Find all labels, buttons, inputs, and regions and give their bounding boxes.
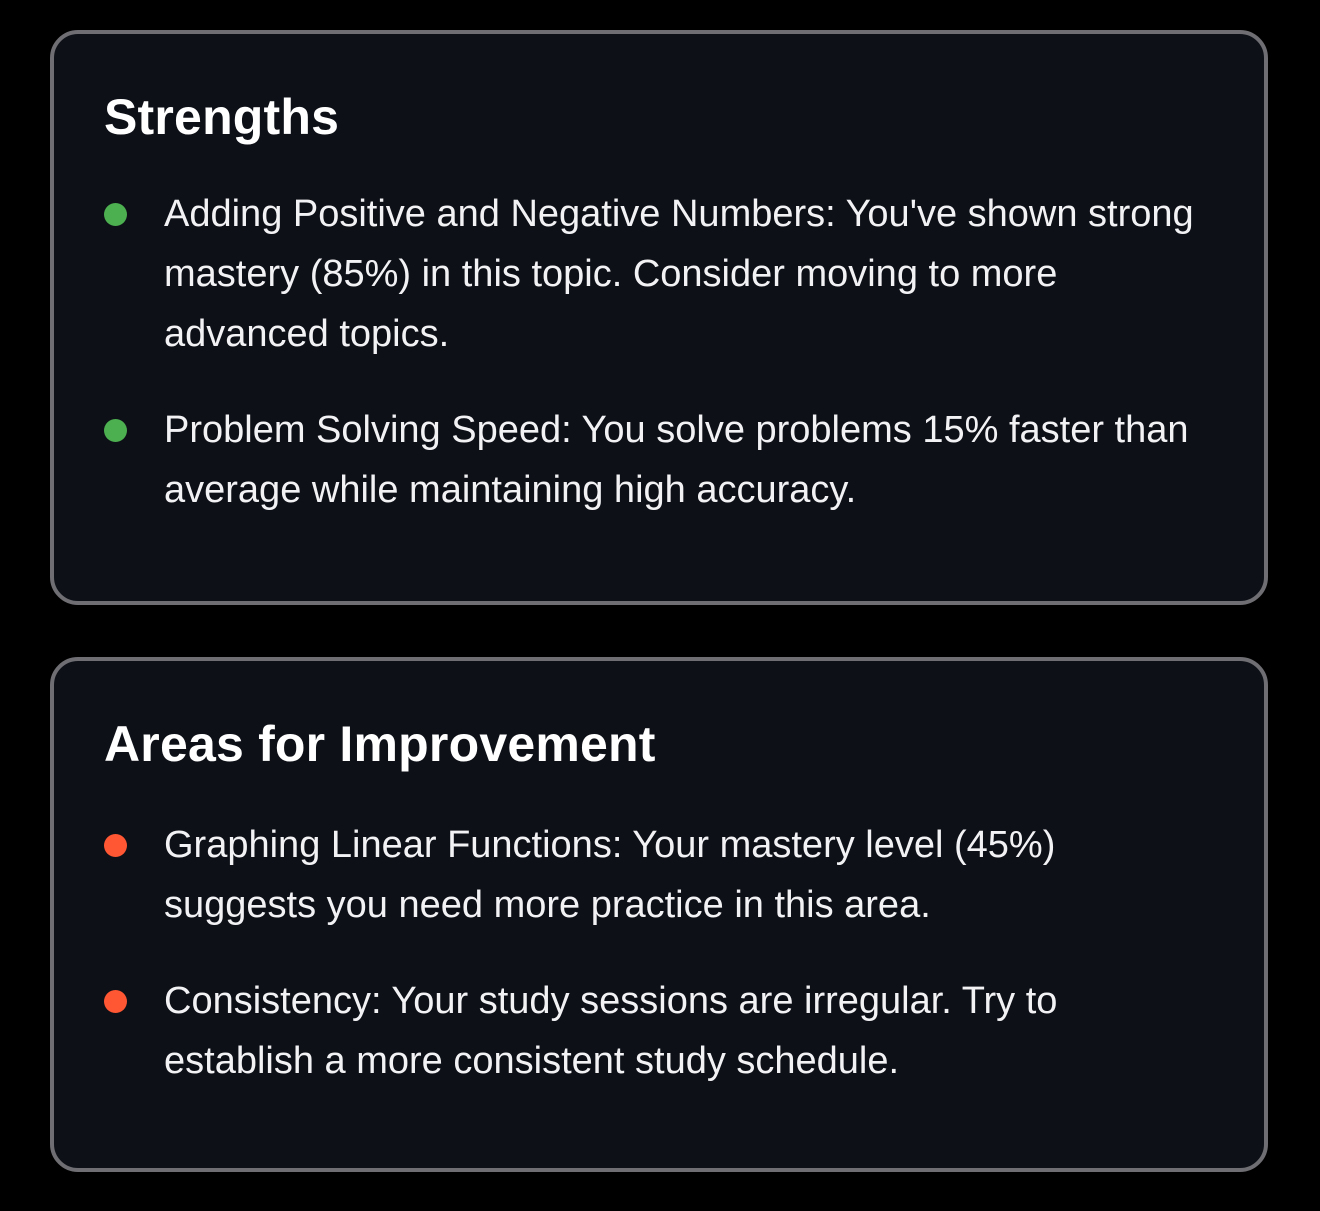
improvement-item-text: Consistency: Your study sessions are irr… bbox=[164, 980, 1058, 1082]
improvement-list: Graphing Linear Functions: Your mastery … bbox=[104, 815, 1214, 1091]
green-dot-icon bbox=[104, 203, 127, 226]
red-dot-icon bbox=[104, 990, 127, 1013]
strength-item-problem-speed: Problem Solving Speed: You solve problem… bbox=[104, 400, 1214, 520]
improvement-item-consistency: Consistency: Your study sessions are irr… bbox=[104, 971, 1214, 1091]
strengths-title: Strengths bbox=[104, 89, 340, 145]
improvement-card: Areas for Improvement Graphing Linear Fu… bbox=[50, 657, 1268, 1172]
strengths-card: Strengths Adding Positive and Negative N… bbox=[50, 30, 1268, 605]
improvement-title: Areas for Improvement bbox=[104, 716, 656, 772]
strengths-list: Adding Positive and Negative Numbers: Yo… bbox=[104, 184, 1214, 520]
improvement-item-graphing: Graphing Linear Functions: Your mastery … bbox=[104, 815, 1214, 935]
red-dot-icon bbox=[104, 834, 127, 857]
strength-item-text: Adding Positive and Negative Numbers: Yo… bbox=[164, 193, 1194, 355]
strength-item-text: Problem Solving Speed: You solve problem… bbox=[164, 409, 1189, 511]
improvement-item-text: Graphing Linear Functions: Your mastery … bbox=[164, 824, 1056, 926]
strength-item-adding-numbers: Adding Positive and Negative Numbers: Yo… bbox=[104, 184, 1214, 364]
green-dot-icon bbox=[104, 419, 127, 442]
